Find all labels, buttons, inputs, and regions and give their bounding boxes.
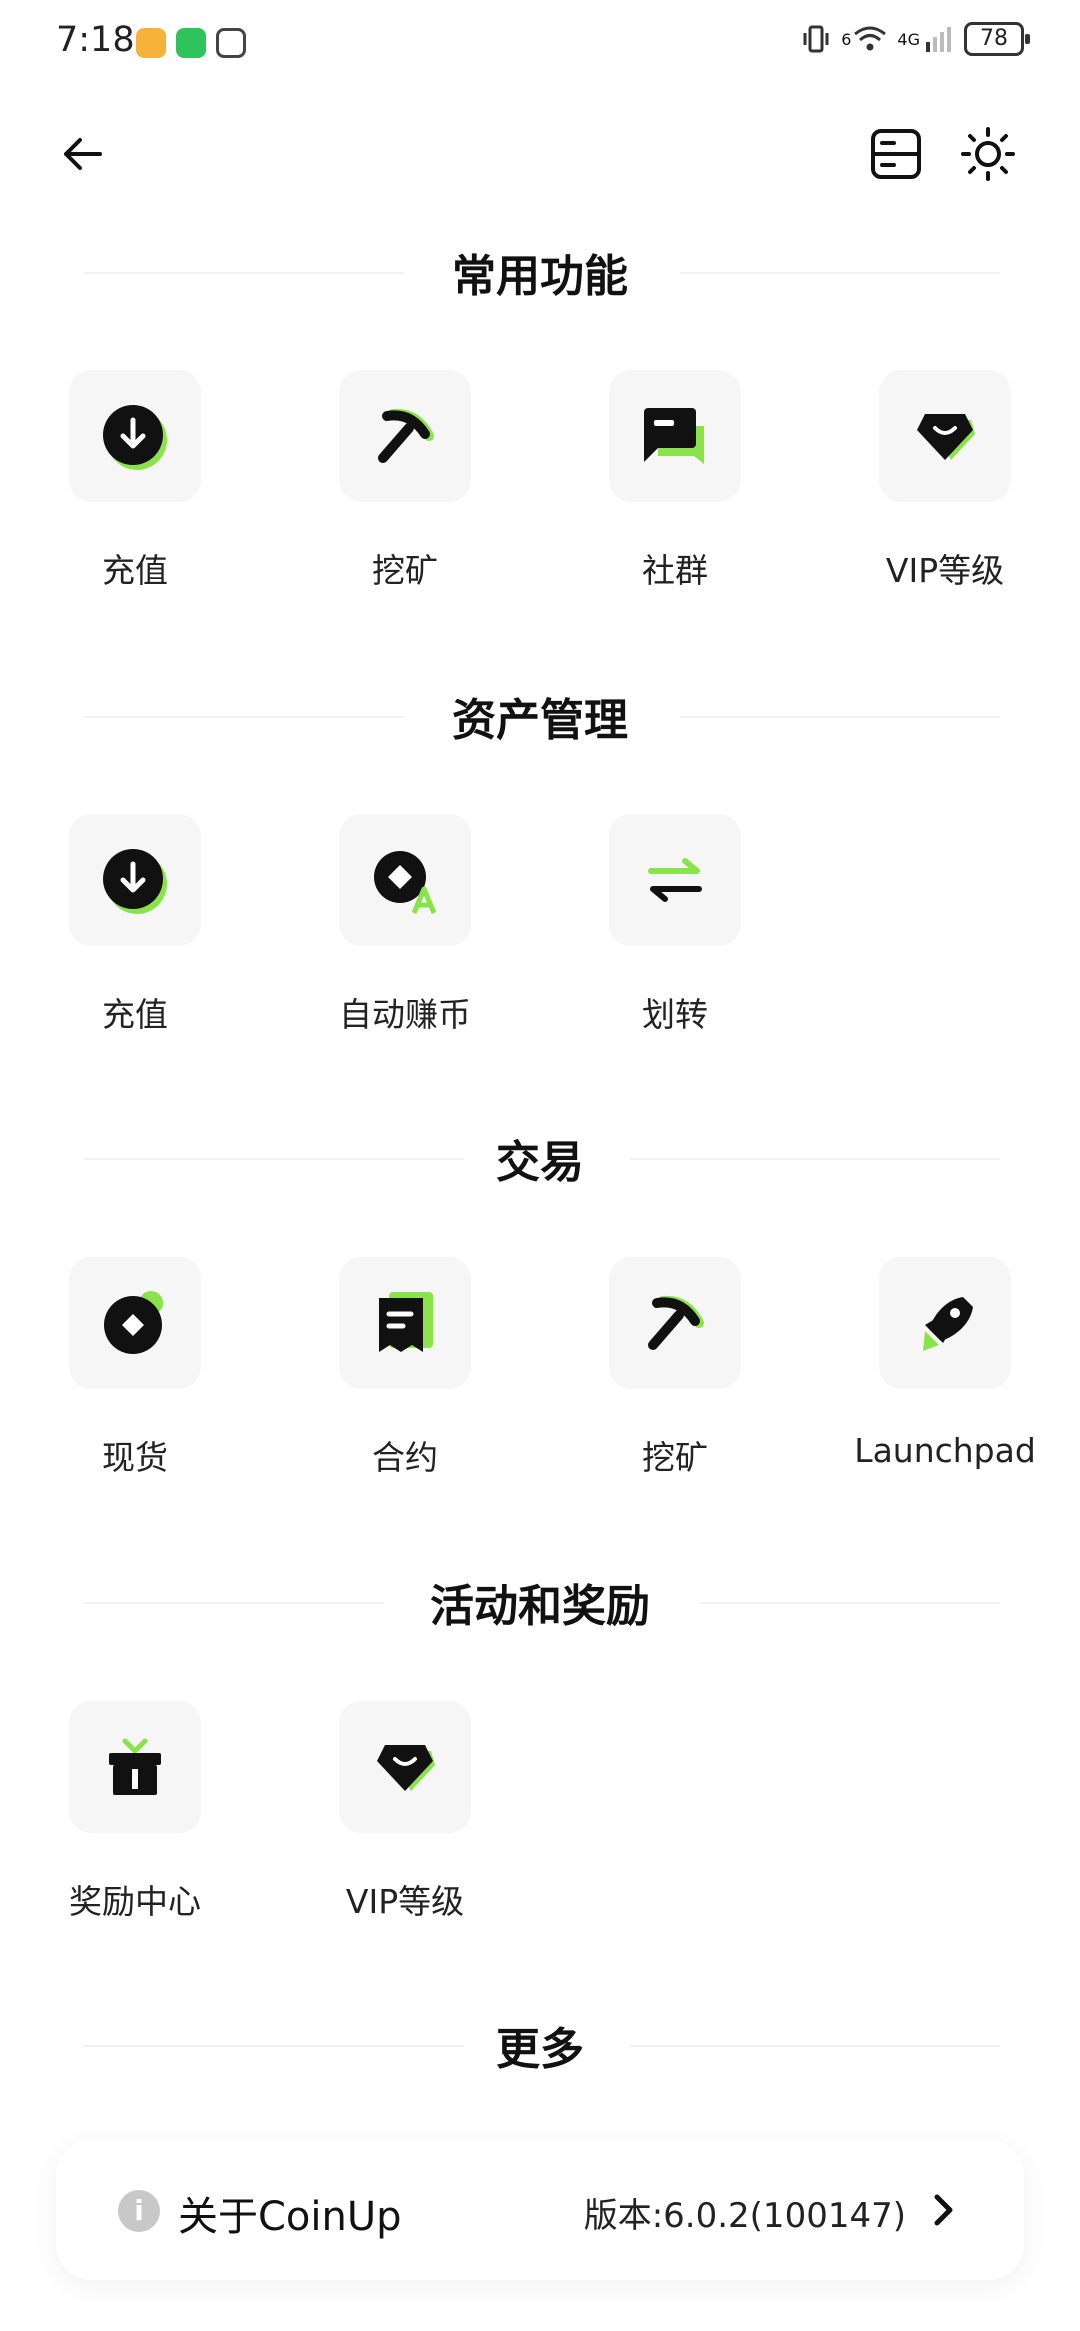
section-title-trade: 交易 [496,1137,584,1188]
tile-label: 自动赚币 [339,995,471,1034]
tile-label: 挖矿 [642,1438,708,1477]
section-title-assets: 资产管理 [452,695,628,746]
top-bar [0,110,1080,200]
sun-icon [961,127,1015,181]
tile-deposit[interactable]: 充值 [25,814,245,1036]
tile-launchpad[interactable]: Launchpad [835,1257,1055,1470]
vip-icon [377,1745,435,1791]
nfc-icon [216,28,246,58]
tile-icon-box [609,370,741,502]
tile-auto-earn[interactable]: 自动赚币 [295,814,515,1036]
version-text: 版本:6.0.2(100147) [583,2196,906,2236]
tile-icon-box [879,1257,1011,1389]
cell-signal-icon [926,27,951,52]
about-row[interactable]: i 关于CoinUp 版本:6.0.2(100147) [56,2140,1024,2280]
tile-label: 奖励中心 [69,1882,201,1921]
deposit-icon [103,849,167,914]
section-title-rewards: 活动和奖励 [430,1581,650,1632]
tile-label: 划转 [642,995,708,1034]
tile-icon-box [69,814,201,946]
tile-label: VIP等级 [345,1882,465,1921]
theme-toggle-button[interactable] [948,114,1028,194]
gift-icon [109,1738,161,1795]
mail-app-icon [136,28,166,58]
list-view-button[interactable] [856,114,936,194]
transfer-icon [648,858,702,902]
tile-icon-box [339,814,471,946]
tile-icon-box [609,814,741,946]
deposit-icon [103,405,167,470]
notification-icons [136,28,246,58]
tile-contract[interactable]: 合约 [295,1257,515,1479]
tile-deposit[interactable]: 充值 [25,370,245,592]
tile-mining[interactable]: 挖矿 [295,370,515,592]
tile-label: 充值 [102,995,168,1034]
tile-icon-box [879,370,1011,502]
tile-label: 充值 [102,551,168,590]
tile-icon-box [609,1257,741,1389]
chevron-right-icon [934,2194,953,2226]
tile-icon-box [69,1701,201,1833]
wechat-icon [176,28,206,58]
signal-sup: 6 [841,29,852,49]
tile-vip[interactable]: VIP等级 [295,1701,515,1923]
info-icon: i [118,2190,160,2232]
tile-transfer[interactable]: 划转 [565,814,785,1036]
tile-icon-box [69,370,201,502]
spot-icon [104,1291,163,1354]
tile-icon-box [339,370,471,502]
about-label: 关于CoinUp [178,2194,402,2240]
tile-community[interactable]: 社群 [565,370,785,592]
status-bar: 7:18 6 4G 78 [0,0,1080,90]
tile-label: 合约 [372,1438,438,1477]
tile-icon-box [339,1701,471,1833]
battery-indicator: 78 [964,22,1030,56]
tile-icon-box [339,1257,471,1389]
tile-label: 现货 [102,1438,168,1477]
status-right: 6 4G 78 [801,22,1030,56]
tile-spot[interactable]: 现货 [25,1257,245,1479]
mining-icon [648,1295,704,1350]
tile-icon-box [69,1257,201,1389]
tile-label: Launchpad [854,1431,1036,1470]
arrow-left-icon [64,138,102,170]
status-time: 7:18 [56,20,135,60]
tile-vip[interactable]: VIP等级 [835,370,1055,592]
contract-icon [379,1292,433,1352]
tile-label: 挖矿 [372,551,438,590]
network-type: 4G [897,29,920,49]
mining-icon [378,408,434,463]
section-title-more: 更多 [496,2024,584,2075]
rocket-icon [923,1297,973,1351]
tile-mining[interactable]: 挖矿 [565,1257,785,1479]
auto-earn-icon [374,851,437,914]
wifi-icon [854,26,887,51]
tile-label: 社群 [642,551,708,590]
list-card-icon [871,129,921,179]
vibrate-icon [803,25,829,53]
tile-reward-center[interactable]: 奖励中心 [25,1701,245,1923]
section-title-common: 常用功能 [452,251,628,302]
back-button[interactable] [42,114,122,194]
community-icon [644,408,704,464]
tile-label: VIP等级 [885,551,1005,590]
vip-icon [917,414,975,460]
